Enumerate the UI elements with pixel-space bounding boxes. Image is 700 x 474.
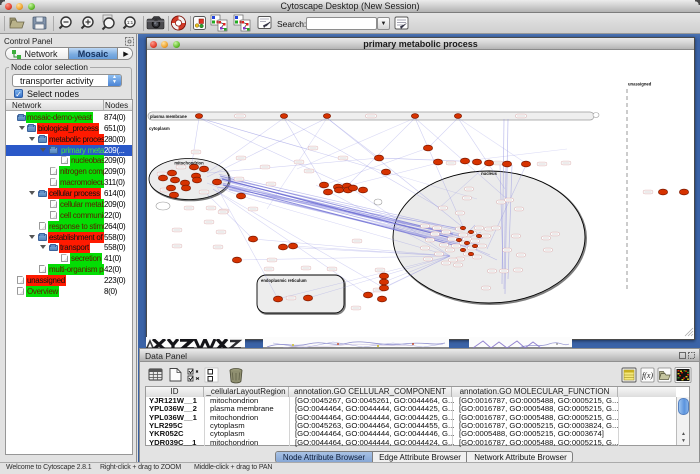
svg-text:1:1: 1:1 [127, 20, 134, 25]
svg-text:plasma membrane: plasma membrane [150, 114, 187, 119]
svg-text:nucleus: nucleus [481, 171, 497, 176]
svg-text:unassigned: unassigned [628, 82, 652, 87]
svg-text:cytoplasm: cytoplasm [149, 126, 170, 131]
svg-text:endoplasmic reticulum: endoplasmic reticulum [261, 278, 307, 283]
svg-text:f(x): f(x) [642, 371, 653, 380]
svg-text:mitochondrion: mitochondrion [174, 161, 204, 166]
